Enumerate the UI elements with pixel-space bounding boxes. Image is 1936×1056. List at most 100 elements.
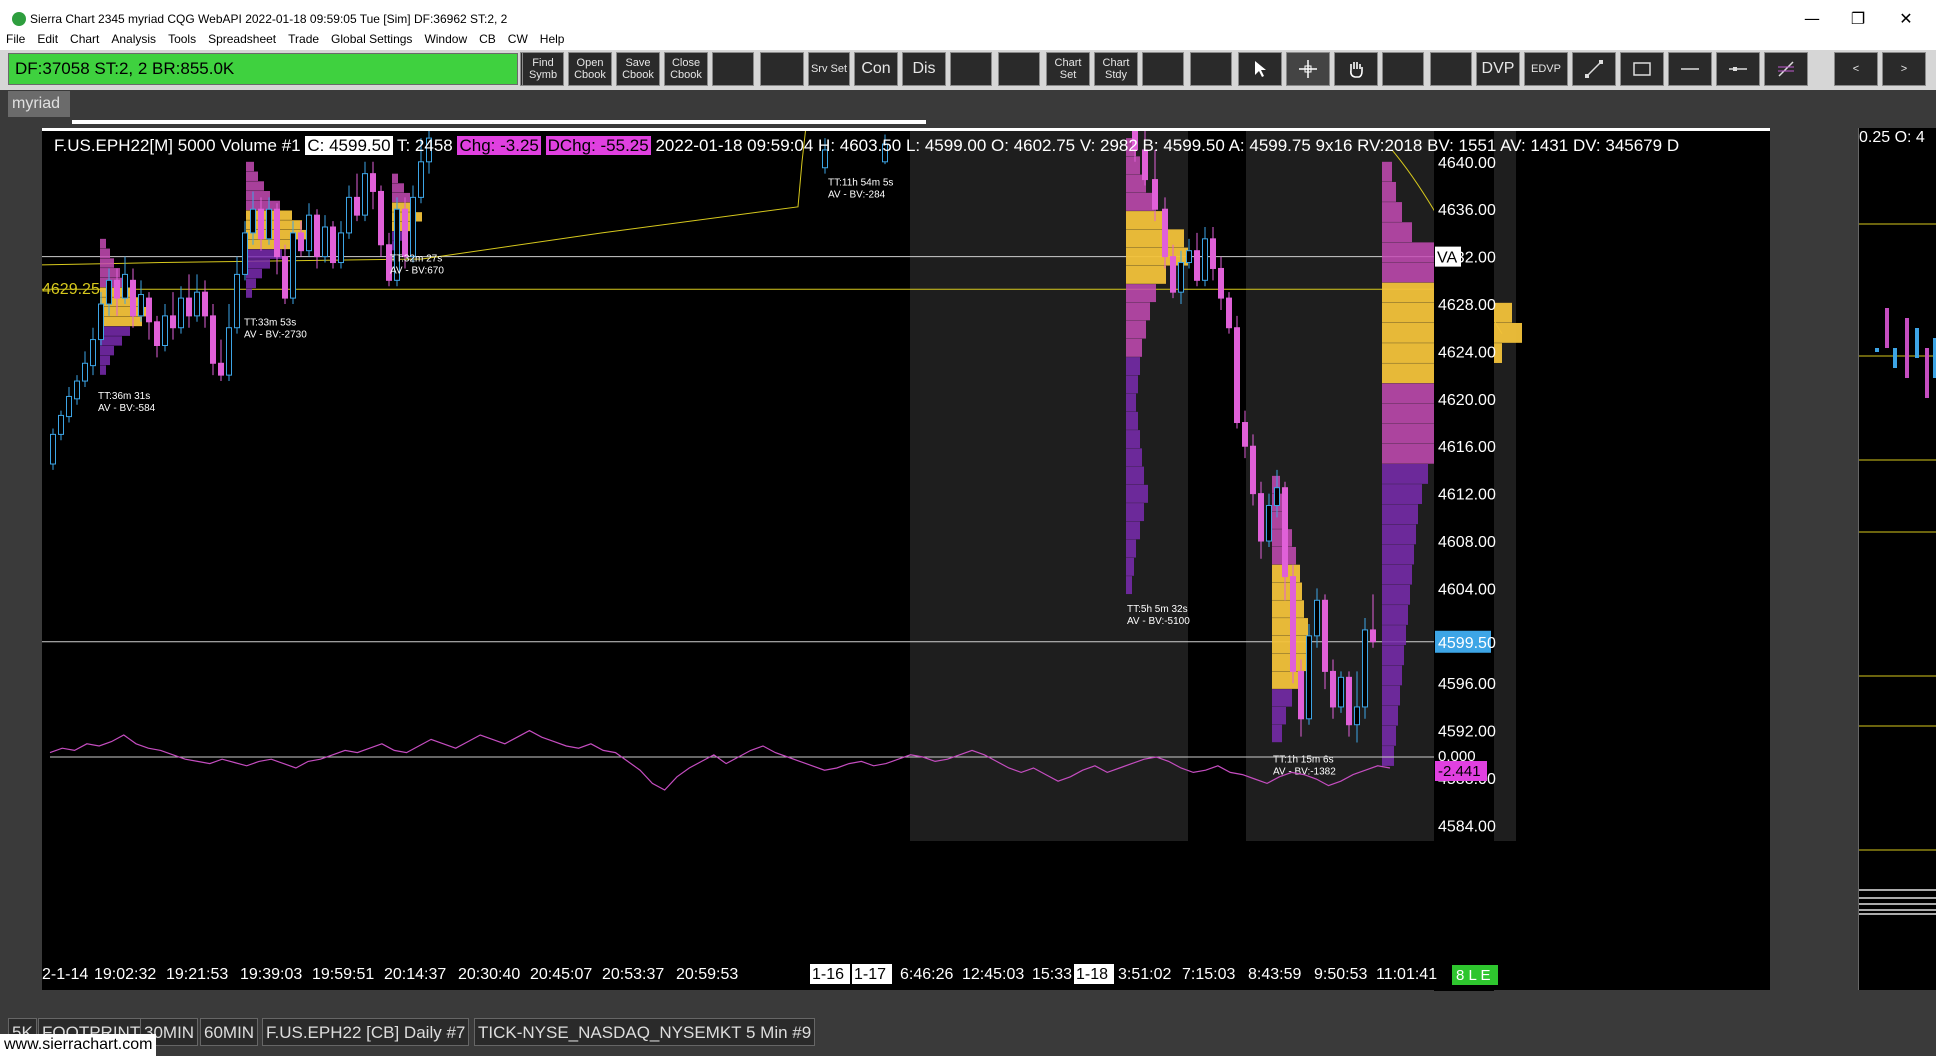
tab-daily[interactable]: F.US.EPH22 [CB] Daily #7 xyxy=(262,1018,470,1046)
menu-trade[interactable]: Trade xyxy=(282,30,325,46)
profile-delta-label: AV - BV:670 xyxy=(390,265,444,276)
toolbar-blank-9[interactable] xyxy=(1430,52,1472,86)
right-candle xyxy=(1893,348,1897,368)
save-chartbook-button[interactable]: Save Cbook xyxy=(616,52,660,86)
profile-6-bar xyxy=(1272,582,1302,600)
candle-body xyxy=(418,161,424,198)
menu-window[interactable]: Window xyxy=(418,30,473,46)
rectangle-tool-icon[interactable] xyxy=(1620,52,1664,86)
toolbar-blank-5[interactable] xyxy=(998,52,1040,86)
toolbar-blank-6[interactable] xyxy=(1142,52,1184,86)
profile-5-bar xyxy=(1126,338,1142,357)
candle-body xyxy=(1202,238,1208,281)
menu-tools[interactable]: Tools xyxy=(162,30,202,46)
time-tick-label: 19:02:32 xyxy=(94,966,156,983)
profile-1-bar xyxy=(100,365,106,375)
candle-body xyxy=(242,232,248,275)
profile-composite-bar xyxy=(1382,484,1422,504)
disconnect-button[interactable]: Dis xyxy=(902,52,946,86)
scroll-right-button[interactable]: > xyxy=(1882,52,1926,86)
menu-edit[interactable]: Edit xyxy=(31,30,64,46)
candle-body xyxy=(138,294,144,317)
menu-chart[interactable]: Chart xyxy=(64,30,105,46)
restore-button[interactable]: ❐ xyxy=(1838,8,1878,30)
menu-spreadsheet[interactable]: Spreadsheet xyxy=(202,30,282,46)
window-title: Sierra Chart 2345 myriad CQG WebAPI 2022… xyxy=(30,12,508,26)
profile-5-bar xyxy=(1126,156,1140,175)
chart-tabs: 5K FOOTPRINT 30MIN 60MIN F.US.EPH22 [CB]… xyxy=(0,1018,1936,1048)
close-chartbook-button[interactable]: Close Cbook xyxy=(664,52,708,86)
chart-header: F.US.EPH22[M] 5000 Volume #1 C: 4599.50 … xyxy=(54,136,1679,156)
ray-tool-icon[interactable] xyxy=(1716,52,1760,86)
candle-body xyxy=(274,208,280,258)
tab-tick[interactable]: TICK-NYSE_NASDAQ_NYSEMKT 5 Min #9 xyxy=(474,1018,816,1046)
candle-body xyxy=(1306,635,1312,720)
fibonacci-tool-icon[interactable] xyxy=(1764,52,1808,86)
menu-cb[interactable]: CB xyxy=(473,30,502,46)
horizontal-line-tool-icon[interactable] xyxy=(1668,52,1712,86)
toolbar-blank-4[interactable] xyxy=(950,52,992,86)
close-button[interactable]: ✕ xyxy=(1886,8,1926,30)
right-candle xyxy=(1925,348,1929,398)
daily-change-value: DChg: -55.25 xyxy=(545,136,651,155)
dvp-button[interactable]: DVP xyxy=(1476,52,1520,86)
profile-5-bar xyxy=(1126,229,1184,248)
time-tick-label: 19:59:51 xyxy=(312,966,374,983)
candle-body xyxy=(170,315,176,329)
toolbar-blank-2[interactable] xyxy=(712,52,754,86)
open-chartbook-button[interactable]: Open Cbook xyxy=(568,52,612,86)
candle-body xyxy=(106,279,112,305)
chart-settings-button[interactable]: Chart Set xyxy=(1046,52,1090,86)
profile-5-bar xyxy=(1126,393,1136,412)
candle-body xyxy=(98,303,104,341)
time-tick-label: 3:51:02 xyxy=(1118,966,1171,983)
price-tick-label: 4616.00 xyxy=(1438,439,1496,456)
chart-studies-button[interactable]: Chart Stdy xyxy=(1094,52,1138,86)
connect-button[interactable]: Con xyxy=(854,52,898,86)
candle-body xyxy=(1338,676,1344,708)
line-tool-icon[interactable] xyxy=(1572,52,1616,86)
time-tick-label: 20:59:53 xyxy=(676,966,738,983)
footer-url[interactable]: www.sierrachart.com xyxy=(0,1034,157,1056)
profile-composite-bar xyxy=(1382,242,1442,263)
status-tag: 8 L E xyxy=(1456,967,1490,984)
menu-global-settings[interactable]: Global Settings xyxy=(325,30,418,46)
profile-5-bar xyxy=(1126,302,1150,321)
time-tick-label: 19:39:03 xyxy=(240,966,302,983)
time-tick-label: 9:50:53 xyxy=(1314,966,1367,983)
toolbar-blank-7[interactable] xyxy=(1190,52,1232,86)
pointer-tool-icon[interactable] xyxy=(1238,52,1282,86)
chart-window[interactable]: TT:36m 31s AV - BV:-584 TT:33m 53s AV - BV:… xyxy=(42,128,1770,991)
scroll-left-button[interactable]: < xyxy=(1834,52,1878,86)
toolbar-blank-3[interactable] xyxy=(760,52,804,86)
profile-1-bar xyxy=(100,326,130,336)
chartbook-tab-myriad[interactable]: myriad xyxy=(8,91,70,117)
price-chart[interactable]: TT:36m 31sAV - BV:-584TT:33m 53sAV - BV:… xyxy=(42,131,1770,991)
app-icon xyxy=(12,12,26,26)
time-tick-label: 12:45:03 xyxy=(962,966,1024,983)
edvp-button[interactable]: EDVP xyxy=(1524,52,1568,86)
last-close: C: 4599.50 xyxy=(305,136,393,155)
candle-body xyxy=(314,214,320,258)
time-tick-label: 19:21:53 xyxy=(166,966,228,983)
menu-cw[interactable]: CW xyxy=(502,30,534,46)
candle-body xyxy=(1178,262,1184,293)
secondary-chart[interactable]: 0.25 O: 4 xyxy=(1858,128,1936,990)
profile-composite-bar xyxy=(1382,222,1412,243)
tab-60min[interactable]: 60MIN xyxy=(200,1018,259,1046)
menu-analysis[interactable]: Analysis xyxy=(105,30,162,46)
menu-file[interactable]: File xyxy=(0,30,31,46)
profile-composite-bar xyxy=(1382,443,1434,464)
candle-body xyxy=(1266,504,1272,542)
find-symbol-button[interactable]: Find Symb xyxy=(522,52,564,86)
crosshair-tool-icon[interactable] xyxy=(1286,52,1330,86)
toolbar-blank-8[interactable] xyxy=(1382,52,1424,86)
server-settings-button[interactable]: Srv Set xyxy=(808,52,850,86)
menu-help[interactable]: Help xyxy=(534,30,571,46)
minimize-button[interactable]: — xyxy=(1792,8,1832,30)
secondary-chart-canvas[interactable]: 0.25 O: 4 xyxy=(1859,128,1936,988)
price-tick-label: 4624.00 xyxy=(1438,344,1496,361)
chartbook-tab-row xyxy=(0,90,1936,118)
candle-body xyxy=(322,226,328,258)
hand-tool-icon[interactable] xyxy=(1334,52,1378,86)
